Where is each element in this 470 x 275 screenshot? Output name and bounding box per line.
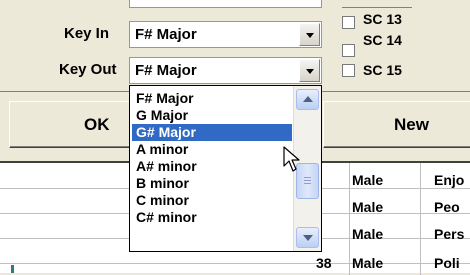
dropdown-option-selected[interactable]: G# Major <box>132 124 292 141</box>
table-cell-gender: Male <box>352 199 384 215</box>
table-cell-gender: Male <box>352 255 384 271</box>
key-out-dropdown-button[interactable] <box>299 59 320 82</box>
grid-col-line <box>420 163 421 275</box>
key-in-value: F# Major <box>135 26 197 43</box>
sc15-label: SC 15 <box>363 62 402 78</box>
top-divider <box>342 7 412 8</box>
key-out-combo[interactable]: F# Major <box>129 57 322 84</box>
dropdown-option[interactable]: F# Major <box>132 90 292 107</box>
new-button-label: New <box>394 115 429 134</box>
key-out-label: Key Out <box>59 61 117 78</box>
table-cell-gender: Male <box>352 226 384 242</box>
top-combo-partial[interactable] <box>129 0 322 8</box>
sc13-label: SC 13 <box>363 11 402 27</box>
table-cell-description: Pers <box>434 226 465 242</box>
key-out-value: F# Major <box>135 62 197 79</box>
grip-line <box>304 183 311 184</box>
dropdown-option[interactable]: C# minor <box>132 209 292 226</box>
grid-col-line <box>349 163 350 275</box>
sc15-checkbox[interactable] <box>342 64 355 77</box>
scroll-down-button[interactable] <box>296 227 319 248</box>
table-cell-description: Enjo <box>434 172 465 188</box>
sc14-checkbox[interactable] <box>342 44 355 57</box>
chevron-down-icon <box>306 69 314 74</box>
ok-button-label: OK <box>84 115 110 134</box>
mouse-cursor-icon <box>283 146 300 172</box>
grid-row-line <box>0 263 470 264</box>
dropdown-option[interactable]: A minor <box>132 141 292 158</box>
chevron-down-icon <box>303 235 313 241</box>
grip-line <box>304 177 311 178</box>
dropdown-option[interactable]: C minor <box>132 192 292 209</box>
key-in-label: Key In <box>64 25 110 42</box>
scroll-up-button[interactable] <box>296 89 319 110</box>
dropdown-option[interactable]: B minor <box>132 175 292 192</box>
key-in-dropdown-button[interactable] <box>299 23 320 46</box>
chevron-down-icon <box>306 33 314 38</box>
new-button[interactable]: New <box>323 101 470 148</box>
dropdown-option[interactable]: A# minor <box>132 158 292 175</box>
sc13-checkbox[interactable] <box>342 16 355 29</box>
key-in-combo[interactable]: F# Major <box>129 21 322 48</box>
table-cell-description: Peo <box>434 199 460 215</box>
grid-indicator <box>11 265 14 273</box>
dropdown-option[interactable]: G Major <box>132 107 292 124</box>
chevron-up-icon <box>303 96 313 102</box>
table-cell-gender: Male <box>352 172 384 188</box>
grip-line <box>304 180 311 181</box>
table-cell-description: Poli <box>434 255 460 271</box>
table-cell-number: 38 <box>316 255 332 271</box>
sc14-label: SC 14 <box>363 32 402 48</box>
